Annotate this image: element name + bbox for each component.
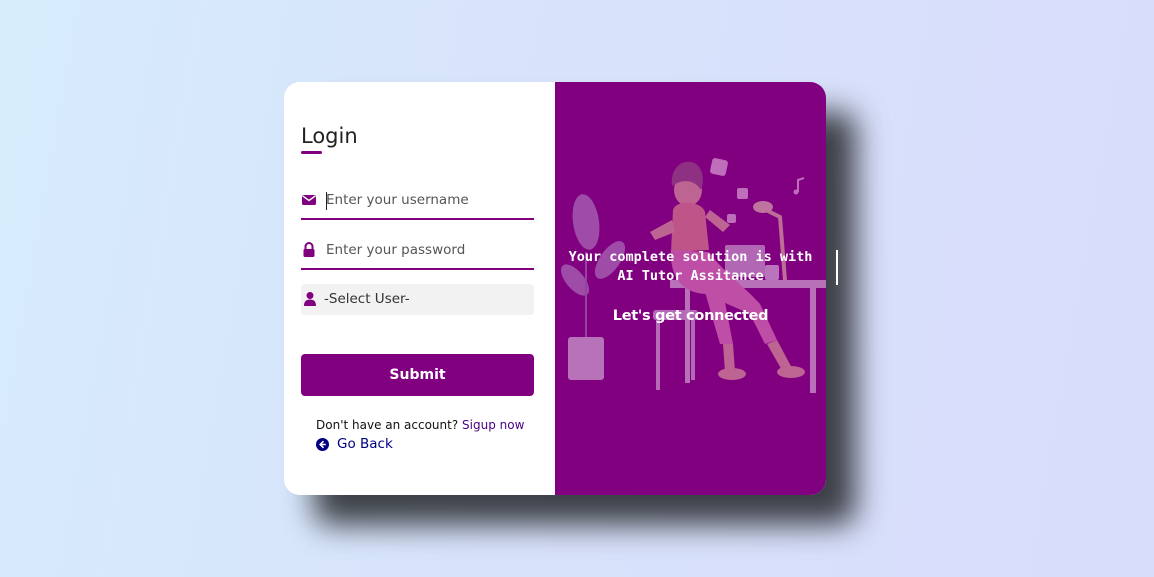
submit-button[interactable]: Submit <box>301 354 534 396</box>
password-field <box>301 232 534 270</box>
user-type-selected: -Select User- <box>324 291 410 307</box>
person-at-desk-illustration <box>560 158 826 393</box>
signup-prompt: Don't have an account? <box>316 418 459 432</box>
lock-icon <box>301 241 319 259</box>
login-panel: Login Enter your username -Select User- … <box>284 82 555 495</box>
title-underline <box>301 151 322 154</box>
login-card: Login Enter your username -Select User- … <box>284 82 826 495</box>
password-input[interactable] <box>326 238 526 262</box>
go-back-label: Go Back <box>337 436 393 452</box>
promo-tagline: Your complete solution is with AI Tutor … <box>568 249 813 284</box>
arrow-circle-left-icon <box>316 437 329 451</box>
user-icon <box>303 291 321 309</box>
envelope-icon <box>301 191 319 209</box>
go-back-link[interactable]: Go Back <box>316 436 393 452</box>
username-field <box>301 182 534 220</box>
login-title: Login <box>301 124 358 148</box>
username-input[interactable] <box>326 188 526 212</box>
signup-prompt-line: Don't have an account? Sigup now <box>316 418 524 432</box>
text-caret <box>326 192 327 210</box>
promo-subtitle: Let's get connected <box>612 308 769 324</box>
user-type-select[interactable]: -Select User- <box>301 284 534 315</box>
scroll-indicator <box>836 250 838 285</box>
promo-panel: Your complete solution is with AI Tutor … <box>555 82 826 495</box>
signup-link[interactable]: Sigup now <box>462 418 524 432</box>
